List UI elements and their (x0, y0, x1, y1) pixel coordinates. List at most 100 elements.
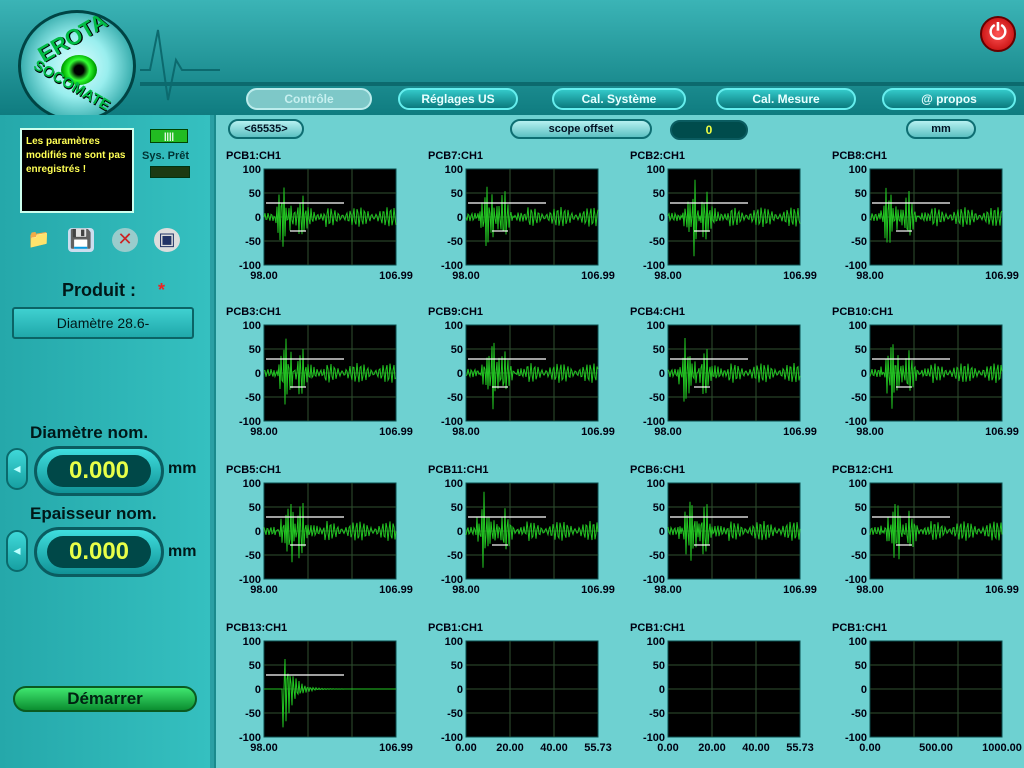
y-tick-label: -50 (447, 392, 463, 404)
scope-plot[interactable]: 100500-50-10098.00 106.99 (426, 478, 622, 602)
epaisseur-field-frame: 0.000 (34, 527, 164, 577)
epaisseur-unit: mm (168, 543, 197, 560)
produit-select[interactable]: Diamètre 28.6- (12, 307, 194, 339)
x-tick-label: 500.00 (919, 742, 953, 754)
y-tick-label: 50 (249, 660, 261, 672)
power-icon[interactable]: ⏻ (980, 16, 1016, 52)
y-tick-label: 0 (255, 684, 261, 696)
y-tick-label: 100 (849, 478, 867, 490)
y-tick-label: -50 (447, 236, 463, 248)
plot-title: PCB12:CH1 (832, 464, 894, 476)
y-tick-label: -50 (851, 392, 867, 404)
y-tick-label: -50 (649, 550, 665, 562)
x-min-label: 98.00 (452, 426, 480, 438)
scope-plot[interactable]: 100500-50-10098.00 106.99 (426, 320, 622, 444)
scope-plot[interactable]: 100500-50-1000.00 500.00 1000.00 (830, 636, 1024, 760)
plot-title: PCB1:CH1 (226, 150, 282, 162)
y-tick-label: 50 (653, 660, 665, 672)
plot-title: PCB8:CH1 (832, 150, 888, 162)
y-tick-label: 100 (243, 478, 261, 490)
x-min-label: 98.00 (250, 426, 278, 438)
y-tick-label: 0 (457, 684, 463, 696)
image-icon[interactable]: ▣ (154, 228, 180, 252)
y-tick-label: 100 (647, 478, 665, 490)
plot-title: PCB4:CH1 (630, 306, 686, 318)
x-max-label: 106.99 (985, 270, 1019, 282)
x-min-label: 98.00 (250, 742, 278, 754)
y-tick-label: 100 (445, 320, 463, 332)
scope-plot[interactable]: 100500-50-1000.00 20.00 40.00 55.73 (628, 636, 824, 760)
x-min-label: 98.00 (654, 426, 682, 438)
scope-plot[interactable]: 100500-50-10098.00 106.99 (224, 478, 420, 602)
y-tick-label: 100 (647, 320, 665, 332)
x-max-label: 106.99 (581, 584, 615, 596)
x-tick-label: 55.73 (584, 742, 612, 754)
y-tick-label: 50 (855, 344, 867, 356)
produit-modified-marker: * (158, 280, 166, 300)
y-tick-label: -50 (851, 708, 867, 720)
epaisseur-spinner[interactable]: ◂ (6, 530, 28, 572)
x-max-label: 106.99 (783, 426, 817, 438)
tab-reglages-us[interactable]: Réglages US (398, 88, 518, 110)
y-tick-label: 100 (849, 636, 867, 648)
y-tick-label: 100 (849, 164, 867, 176)
x-max-label: 106.99 (581, 426, 615, 438)
y-tick-label: 0 (457, 368, 463, 380)
x-min-label: 98.00 (856, 426, 884, 438)
scope-plot[interactable]: 100500-50-10098.00 106.99 (628, 320, 824, 444)
delete-icon[interactable]: ✕ (112, 228, 138, 252)
scope-plot[interactable]: 100500-50-10098.00 106.99 (628, 164, 824, 288)
scope-plot[interactable]: 100500-50-10098.00 106.99 (830, 164, 1024, 288)
y-tick-label: 0 (255, 368, 261, 380)
y-tick-label: 50 (249, 502, 261, 514)
scope-plot[interactable]: 100500-50-10098.00 106.99 (426, 164, 622, 288)
y-tick-label: 100 (243, 164, 261, 176)
start-button[interactable]: Démarrer (13, 686, 197, 712)
save-icon[interactable]: 💾 (68, 228, 94, 252)
y-tick-label: 100 (445, 478, 463, 490)
y-tick-label: -50 (245, 708, 261, 720)
scope-plot[interactable]: 100500-50-10098.00 106.99 (628, 478, 824, 602)
x-tick-label: 40.00 (540, 742, 568, 754)
x-min-label: 98.00 (856, 270, 884, 282)
scope-plot[interactable]: 100500-50-10098.00 106.99 (830, 478, 1024, 602)
diametre-input[interactable]: 0.000 (47, 455, 151, 487)
plot-title: PCB11:CH1 (428, 464, 489, 476)
plot-title: PCB5:CH1 (226, 464, 282, 476)
diametre-field-frame: 0.000 (34, 446, 164, 496)
y-tick-label: -50 (245, 392, 261, 404)
y-tick-label: 100 (243, 636, 261, 648)
scope-plot[interactable]: 100500-50-10098.00 106.99 (224, 636, 420, 760)
y-tick-label: 50 (653, 502, 665, 514)
unit-select[interactable]: mm (906, 119, 976, 139)
system-status-label: Sys. Prêt (142, 150, 190, 162)
scope-plot[interactable]: 100500-50-1000.00 20.00 40.00 55.73 (426, 636, 622, 760)
scope-plot[interactable]: 100500-50-10098.00 106.99 (830, 320, 1024, 444)
x-tick-label: 0.00 (859, 742, 880, 754)
x-max-label: 106.99 (379, 742, 413, 754)
scope-plot[interactable]: 100500-50-10098.00 106.99 (224, 320, 420, 444)
tab-cal-systeme[interactable]: Cal. Système (552, 88, 686, 110)
plot-title: PCB1:CH1 (630, 622, 686, 634)
folder-icon[interactable]: 📁 (26, 228, 52, 252)
plot-title: PCB7:CH1 (428, 150, 484, 162)
y-tick-label: 50 (653, 344, 665, 356)
plot-title: PCB1:CH1 (832, 622, 888, 634)
diametre-spinner[interactable]: ◂ (6, 448, 28, 490)
plot-title: PCB2:CH1 (630, 150, 686, 162)
scope-plot[interactable]: 100500-50-10098.00 106.99 (224, 164, 420, 288)
range-select[interactable]: <65535> (228, 119, 304, 139)
offset-value[interactable]: 0 (670, 120, 748, 140)
tab-cal-mesure[interactable]: Cal. Mesure (716, 88, 856, 110)
tab-a-propos[interactable]: @ propos (882, 88, 1016, 110)
tab-controle[interactable]: Contrôle (246, 88, 372, 110)
y-tick-label: -50 (851, 550, 867, 562)
offset-select[interactable]: scope offset (510, 119, 652, 139)
epaisseur-input[interactable]: 0.000 (47, 536, 151, 568)
plot-title: PCB10:CH1 (832, 306, 894, 318)
x-max-label: 106.99 (379, 270, 413, 282)
x-min-label: 98.00 (856, 584, 884, 596)
y-tick-label: 50 (451, 188, 463, 200)
y-tick-label: 50 (855, 502, 867, 514)
y-tick-label: -50 (245, 550, 261, 562)
